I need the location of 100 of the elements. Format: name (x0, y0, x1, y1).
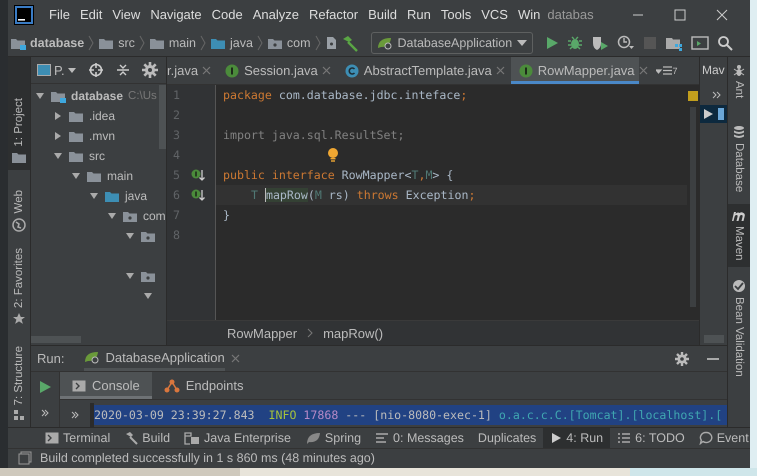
run-configuration-dropdown[interactable]: DatabaseApplication (370, 32, 534, 54)
locate-icon[interactable] (88, 62, 104, 78)
tool-window-tab[interactable]: 2: Favorites (8, 242, 30, 332)
expanded-arrow-icon[interactable] (53, 151, 63, 162)
tool-window-tab[interactable]: Duplicates (470, 428, 544, 448)
tree-item[interactable]: .idea (89, 109, 116, 124)
close-icon[interactable] (716, 8, 728, 21)
run-icon[interactable] (545, 36, 560, 50)
breadcrumb-item[interactable]: java (230, 36, 253, 50)
profiler-icon[interactable] (617, 34, 636, 51)
tool-window-tab[interactable]: 4: Run (543, 428, 610, 448)
tree-item[interactable]: src (89, 149, 105, 164)
breadcrumb-separator-icon (138, 34, 145, 51)
menu-item[interactable]: Edit (74, 7, 108, 22)
console-tab[interactable]: Console (60, 372, 152, 400)
debug-icon[interactable] (567, 34, 584, 51)
menu-item[interactable]: File (44, 7, 75, 22)
menu-item[interactable]: Refactor (304, 7, 364, 22)
tool-window-tab[interactable]: 6: TODO (610, 428, 692, 448)
tool-window-tab[interactable]: 0: Messages (368, 428, 471, 448)
implements-marker-icon[interactable] (191, 188, 205, 202)
breadcrumb-item[interactable]: RowMapper (227, 326, 298, 341)
tree-item[interactable]: java (125, 189, 148, 204)
breadcrumb-item[interactable]: main (168, 36, 196, 50)
menu-item[interactable]: VCS (476, 7, 513, 22)
tool-window-tab[interactable]: 1: Project (8, 57, 30, 170)
window-layout-icon[interactable] (691, 34, 710, 51)
breadcrumb-item[interactable]: database (30, 36, 84, 50)
tool-window-tab[interactable]: Database (728, 119, 750, 198)
inspection-status-icon[interactable] (688, 91, 698, 102)
breadcrumb-item[interactable]: src (118, 36, 135, 50)
collapse-all-icon[interactable] (116, 63, 130, 78)
selected-row[interactable] (700, 105, 727, 124)
editor-tab[interactable]: RowMapper.java (510, 57, 639, 84)
menu-item[interactable]: Run (402, 7, 436, 22)
module-folder-icon (50, 89, 66, 104)
lightbulb-icon[interactable] (327, 147, 339, 164)
tool-window-tab[interactable]: Web (8, 184, 30, 238)
expand-toolbar-icon[interactable] (712, 91, 722, 100)
editor-tab[interactable]: r.java (167, 57, 202, 84)
tool-window-tab[interactable]: Java Enterprise (177, 428, 298, 448)
more-icon[interactable] (41, 409, 49, 418)
settings-icon[interactable] (675, 352, 689, 366)
expanded-arrow-icon[interactable] (125, 271, 135, 282)
speech-bubble-icon (698, 430, 713, 445)
scrollbar[interactable] (704, 335, 724, 344)
tool-window-tab[interactable]: Bean Validation (728, 272, 750, 383)
menu-item[interactable]: Navigate (145, 7, 207, 22)
globe-icon (12, 218, 26, 232)
menu-item[interactable]: Analyze (248, 7, 304, 22)
tool-window-tab[interactable]: 7: Structure (8, 340, 30, 428)
menu-item[interactable]: View (107, 7, 146, 22)
tree-item[interactable]: database (71, 89, 124, 104)
structure-icon (13, 409, 25, 422)
scrollbar[interactable] (159, 85, 166, 150)
expanded-arrow-icon[interactable] (107, 211, 117, 222)
search-icon[interactable] (717, 34, 734, 51)
more-icon[interactable] (71, 411, 79, 420)
tool-window-tab[interactable]: Terminal (38, 428, 118, 448)
tree-item[interactable]: main (107, 169, 134, 184)
view-dropdown[interactable]: P. (37, 62, 76, 78)
expanded-arrow-icon[interactable] (71, 171, 81, 182)
tool-window-tab[interactable]: Build (117, 428, 178, 448)
expanded-arrow-icon[interactable] (143, 291, 153, 302)
run-icon (703, 109, 713, 120)
menu-item[interactable]: Code (206, 7, 248, 22)
editor-tab[interactable]: Session.java (217, 57, 322, 84)
tree-item[interactable]: .mvn (89, 129, 116, 144)
hammer-icon[interactable] (340, 34, 359, 52)
coverage-icon[interactable] (591, 34, 610, 51)
terminal-icon (45, 432, 59, 444)
console-tab[interactable]: Endpoints (152, 372, 256, 400)
breadcrumb-item[interactable]: mapRow() (323, 326, 384, 341)
maximize-icon[interactable] (674, 8, 686, 21)
layout-toggle-icon[interactable] (18, 451, 32, 466)
implements-marker-icon[interactable] (191, 168, 205, 182)
code-line: T mapRow(M rs) throws Exception; (251, 188, 476, 202)
tool-window-tab[interactable]: Maven (728, 204, 750, 267)
collapsed-arrow-icon[interactable] (53, 111, 63, 122)
settings-icon[interactable] (142, 62, 158, 78)
rerun-icon[interactable] (39, 380, 51, 394)
tool-window-tab[interactable]: Ant (728, 57, 750, 110)
menu-item[interactable]: Tools (436, 7, 476, 22)
scrollbar[interactable] (31, 336, 81, 344)
breadcrumb-separator-icon (200, 34, 206, 51)
editor-tab[interactable]: AbstractTemplate.java (336, 57, 496, 84)
expanded-arrow-icon[interactable] (125, 231, 135, 242)
menu-item[interactable]: Win (512, 7, 546, 22)
tab-list-button[interactable]: 7 (656, 66, 678, 76)
code-line: package com.database.jdbc.inteface; (223, 88, 468, 102)
list-icon (617, 432, 632, 444)
list-caret-icon (656, 66, 672, 76)
breadcrumb-item[interactable]: com (286, 36, 311, 50)
tree-item[interactable]: com (143, 209, 166, 224)
tool-window-tab[interactable]: Event (692, 428, 750, 448)
tool-window-tab[interactable]: Spring (298, 428, 368, 448)
expanded-arrow-icon[interactable] (89, 191, 99, 202)
menu-item[interactable]: Build (363, 7, 402, 22)
collapsed-arrow-icon[interactable] (53, 131, 63, 142)
expanded-arrow-icon[interactable] (35, 91, 45, 102)
